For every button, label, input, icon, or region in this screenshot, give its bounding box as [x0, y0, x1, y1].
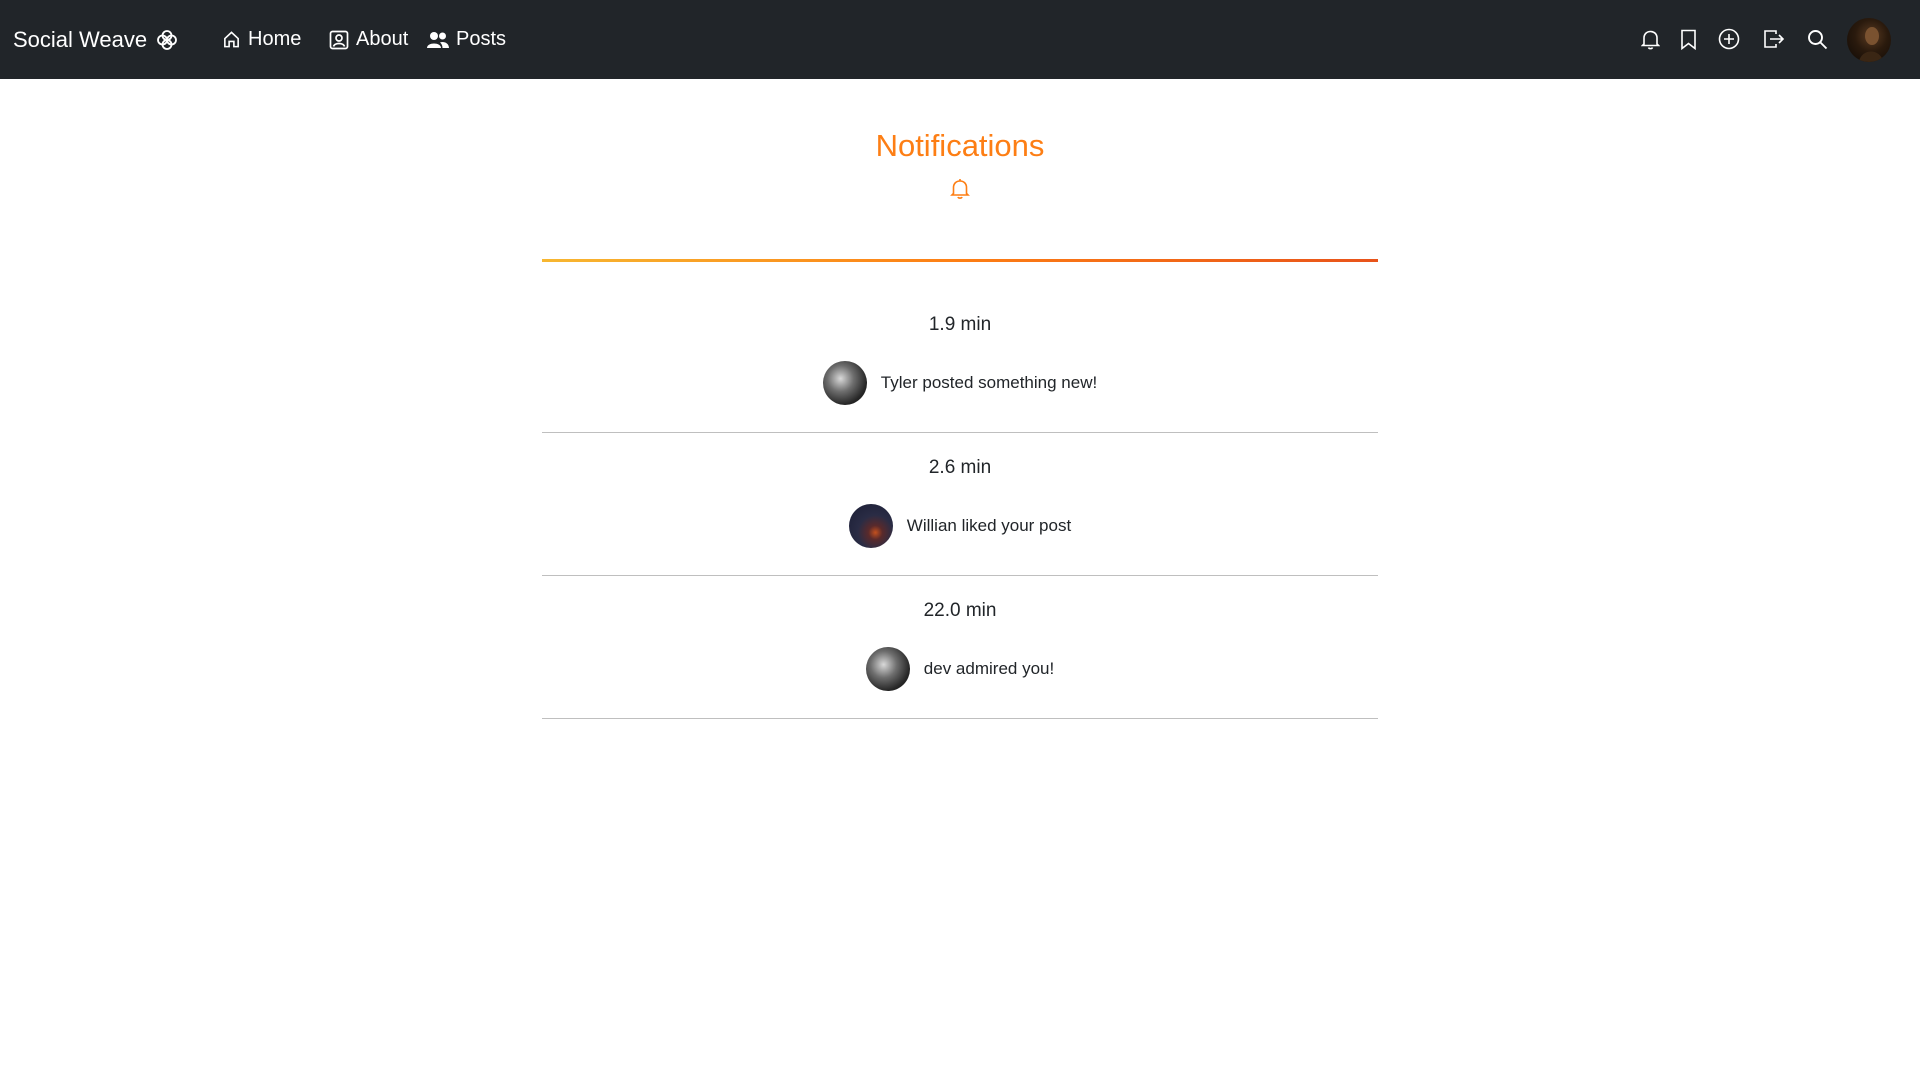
- notification-message: Tyler posted something new!: [880, 373, 1098, 392]
- notification-message: Willian liked your post: [906, 516, 1072, 535]
- notification-time: 1.9 min: [928, 314, 992, 335]
- nav-posts-link[interactable]: Posts: [427, 0, 506, 79]
- nav-posts-label: Posts: [456, 28, 507, 50]
- plus-circle-icon: [1718, 28, 1740, 50]
- brand-logo-icon: [157, 29, 178, 50]
- brand-link[interactable]: Social Weave: [13, 0, 178, 79]
- notification-time: 22.0 min: [923, 600, 997, 621]
- house-icon: [224, 31, 239, 48]
- bookmarks-button[interactable]: [1675, 26, 1701, 52]
- create-post-button[interactable]: [1716, 26, 1742, 52]
- avatar[interactable]: [865, 647, 910, 691]
- avatar-image: [1859, 27, 1883, 62]
- nav-about-label: About: [356, 28, 409, 50]
- page-title: Notifications: [875, 128, 1045, 163]
- notification-item[interactable]: 1.9 min Tyler posted something new!: [542, 290, 1378, 433]
- avatar[interactable]: [848, 504, 893, 548]
- search-button[interactable]: [1804, 26, 1830, 52]
- notification-item[interactable]: 22.0 min dev admired you!: [542, 576, 1378, 719]
- notification-message: dev admired you!: [923, 659, 1055, 678]
- notification-item[interactable]: 2.6 min Willian liked your post: [542, 433, 1378, 576]
- nav-home-label: Home: [248, 28, 302, 50]
- logout-button[interactable]: [1761, 26, 1787, 52]
- nav-home-link[interactable]: Home: [222, 0, 301, 79]
- search-icon: [1807, 29, 1827, 49]
- bell-icon: [950, 179, 970, 199]
- notifications-button[interactable]: [1637, 26, 1663, 52]
- title-divider: [542, 259, 1378, 262]
- navbar: Social Weave Home About Posts: [0, 0, 1920, 79]
- nav-about-link[interactable]: About: [329, 0, 408, 79]
- person-badge-icon: [329, 30, 349, 49]
- logout-icon: [1764, 30, 1785, 48]
- bell-icon: [1640, 30, 1660, 49]
- people-icon: [427, 31, 449, 48]
- avatar[interactable]: [822, 361, 867, 405]
- bookmark-icon: [1680, 29, 1696, 50]
- notification-time: 2.6 min: [928, 457, 992, 478]
- user-avatar[interactable]: [1847, 18, 1891, 62]
- brand-name: Social Weave: [13, 26, 148, 52]
